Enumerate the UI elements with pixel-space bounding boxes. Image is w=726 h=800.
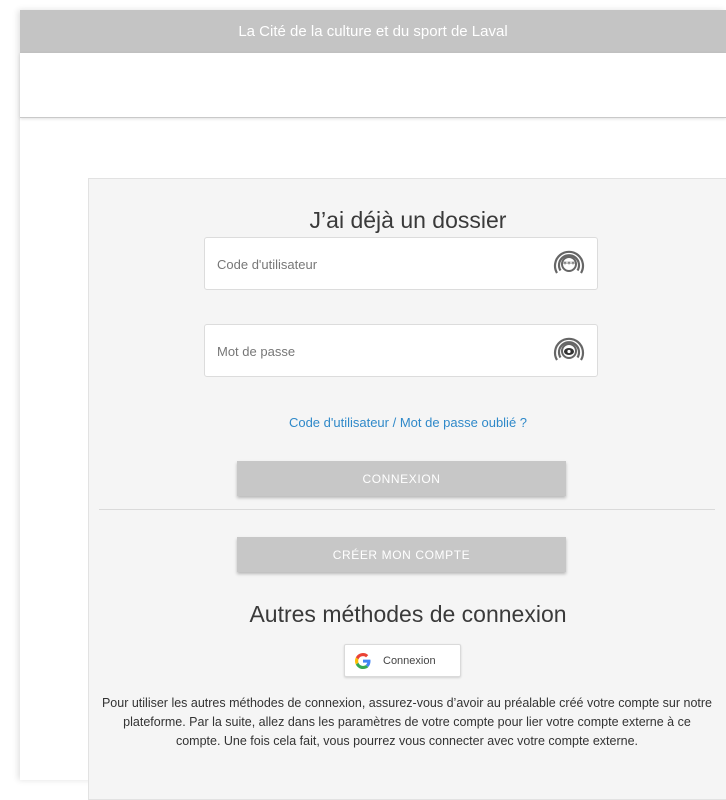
username-field[interactable]: *** — [204, 237, 598, 291]
google-login-button[interactable]: Connexion — [344, 644, 461, 677]
password-input[interactable] — [215, 325, 519, 378]
login-panel: J’ai déjà un dossier *** Code d'utilisat… — [88, 178, 726, 800]
username-input[interactable] — [215, 238, 519, 291]
divider — [99, 509, 715, 510]
fingerprint-eye-icon[interactable] — [551, 333, 587, 369]
nav-bar — [20, 53, 726, 118]
fingerprint-asterisk-icon[interactable]: *** — [551, 246, 587, 282]
other-methods-heading: Autres méthodes de connexion — [249, 601, 567, 627]
google-login-label: Connexion — [383, 654, 436, 667]
other-methods-note: Pour utiliser les autres méthodes de con… — [101, 696, 713, 748]
google-g-icon — [355, 652, 371, 669]
site-title: La Cité de la culture et du sport de Lav… — [238, 23, 508, 40]
password-field[interactable] — [204, 324, 598, 378]
forgot-credentials-link[interactable]: Code d'utilisateur / Mot de passe oublié… — [89, 415, 726, 430]
svg-text:***: *** — [563, 260, 575, 269]
top-bar: La Cité de la culture et du sport de Lav… — [20, 10, 726, 53]
create-account-button[interactable]: CRÉER MON COMPTE — [237, 537, 566, 572]
page: La Cité de la culture et du sport de Lav… — [20, 10, 726, 800]
login-heading: J’ai déjà un dossier — [309, 207, 507, 233]
connexion-button[interactable]: CONNEXION — [237, 461, 566, 496]
